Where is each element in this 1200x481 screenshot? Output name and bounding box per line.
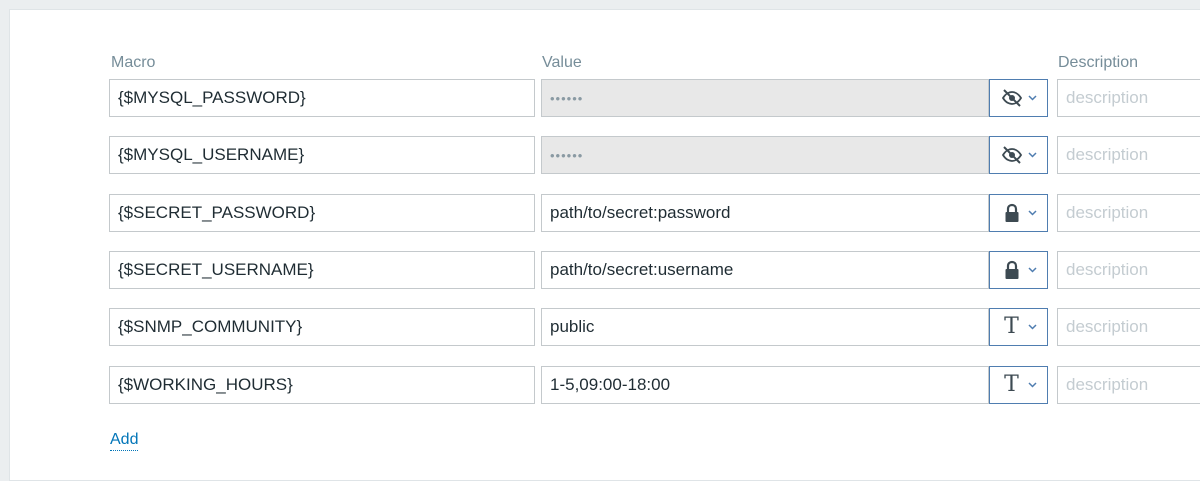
macro-value-input[interactable] (541, 79, 989, 117)
value-type-dropdown[interactable] (989, 251, 1048, 289)
macro-name-input[interactable] (109, 194, 535, 232)
macro-name-input[interactable] (109, 308, 535, 346)
macro-name-input[interactable] (109, 136, 535, 174)
add-macro-link[interactable]: Add (110, 430, 139, 451)
value-type-dropdown[interactable] (989, 194, 1048, 232)
chevron-down-icon (1027, 210, 1037, 216)
value-column-header: Value (542, 54, 582, 71)
description-column-header: Description (1058, 54, 1139, 71)
text-type-icon: T (1004, 372, 1019, 397)
lock-icon (1001, 202, 1023, 224)
macro-name-input[interactable] (109, 366, 535, 404)
macro-value-input[interactable] (541, 308, 989, 346)
macro-name-input[interactable] (109, 251, 535, 289)
macro-description-input[interactable] (1057, 366, 1200, 404)
macro-value-input[interactable] (541, 194, 989, 232)
value-type-dropdown[interactable] (989, 79, 1048, 117)
value-type-dropdown[interactable] (989, 136, 1048, 174)
macro-name-input[interactable] (109, 79, 535, 117)
macro-column-header: Macro (111, 54, 156, 71)
macro-value-input[interactable] (541, 366, 989, 404)
eye-slash-icon (1001, 87, 1023, 109)
macro-value-input[interactable] (541, 251, 989, 289)
chevron-down-icon (1027, 382, 1037, 388)
chevron-down-icon (1027, 95, 1037, 101)
macro-description-input[interactable] (1057, 251, 1200, 289)
macro-description-input[interactable] (1057, 136, 1200, 174)
chevron-down-icon (1027, 152, 1037, 158)
macro-description-input[interactable] (1057, 79, 1200, 117)
chevron-down-icon (1027, 324, 1037, 330)
macro-description-input[interactable] (1057, 194, 1200, 232)
macro-value-input[interactable] (541, 136, 989, 174)
text-type-icon: T (1004, 314, 1019, 339)
value-type-dropdown[interactable]: T (989, 366, 1048, 404)
macro-description-input[interactable] (1057, 308, 1200, 346)
eye-slash-icon (1001, 144, 1023, 166)
lock-icon (1001, 259, 1023, 281)
value-type-dropdown[interactable]: T (989, 308, 1048, 346)
chevron-down-icon (1027, 267, 1037, 273)
